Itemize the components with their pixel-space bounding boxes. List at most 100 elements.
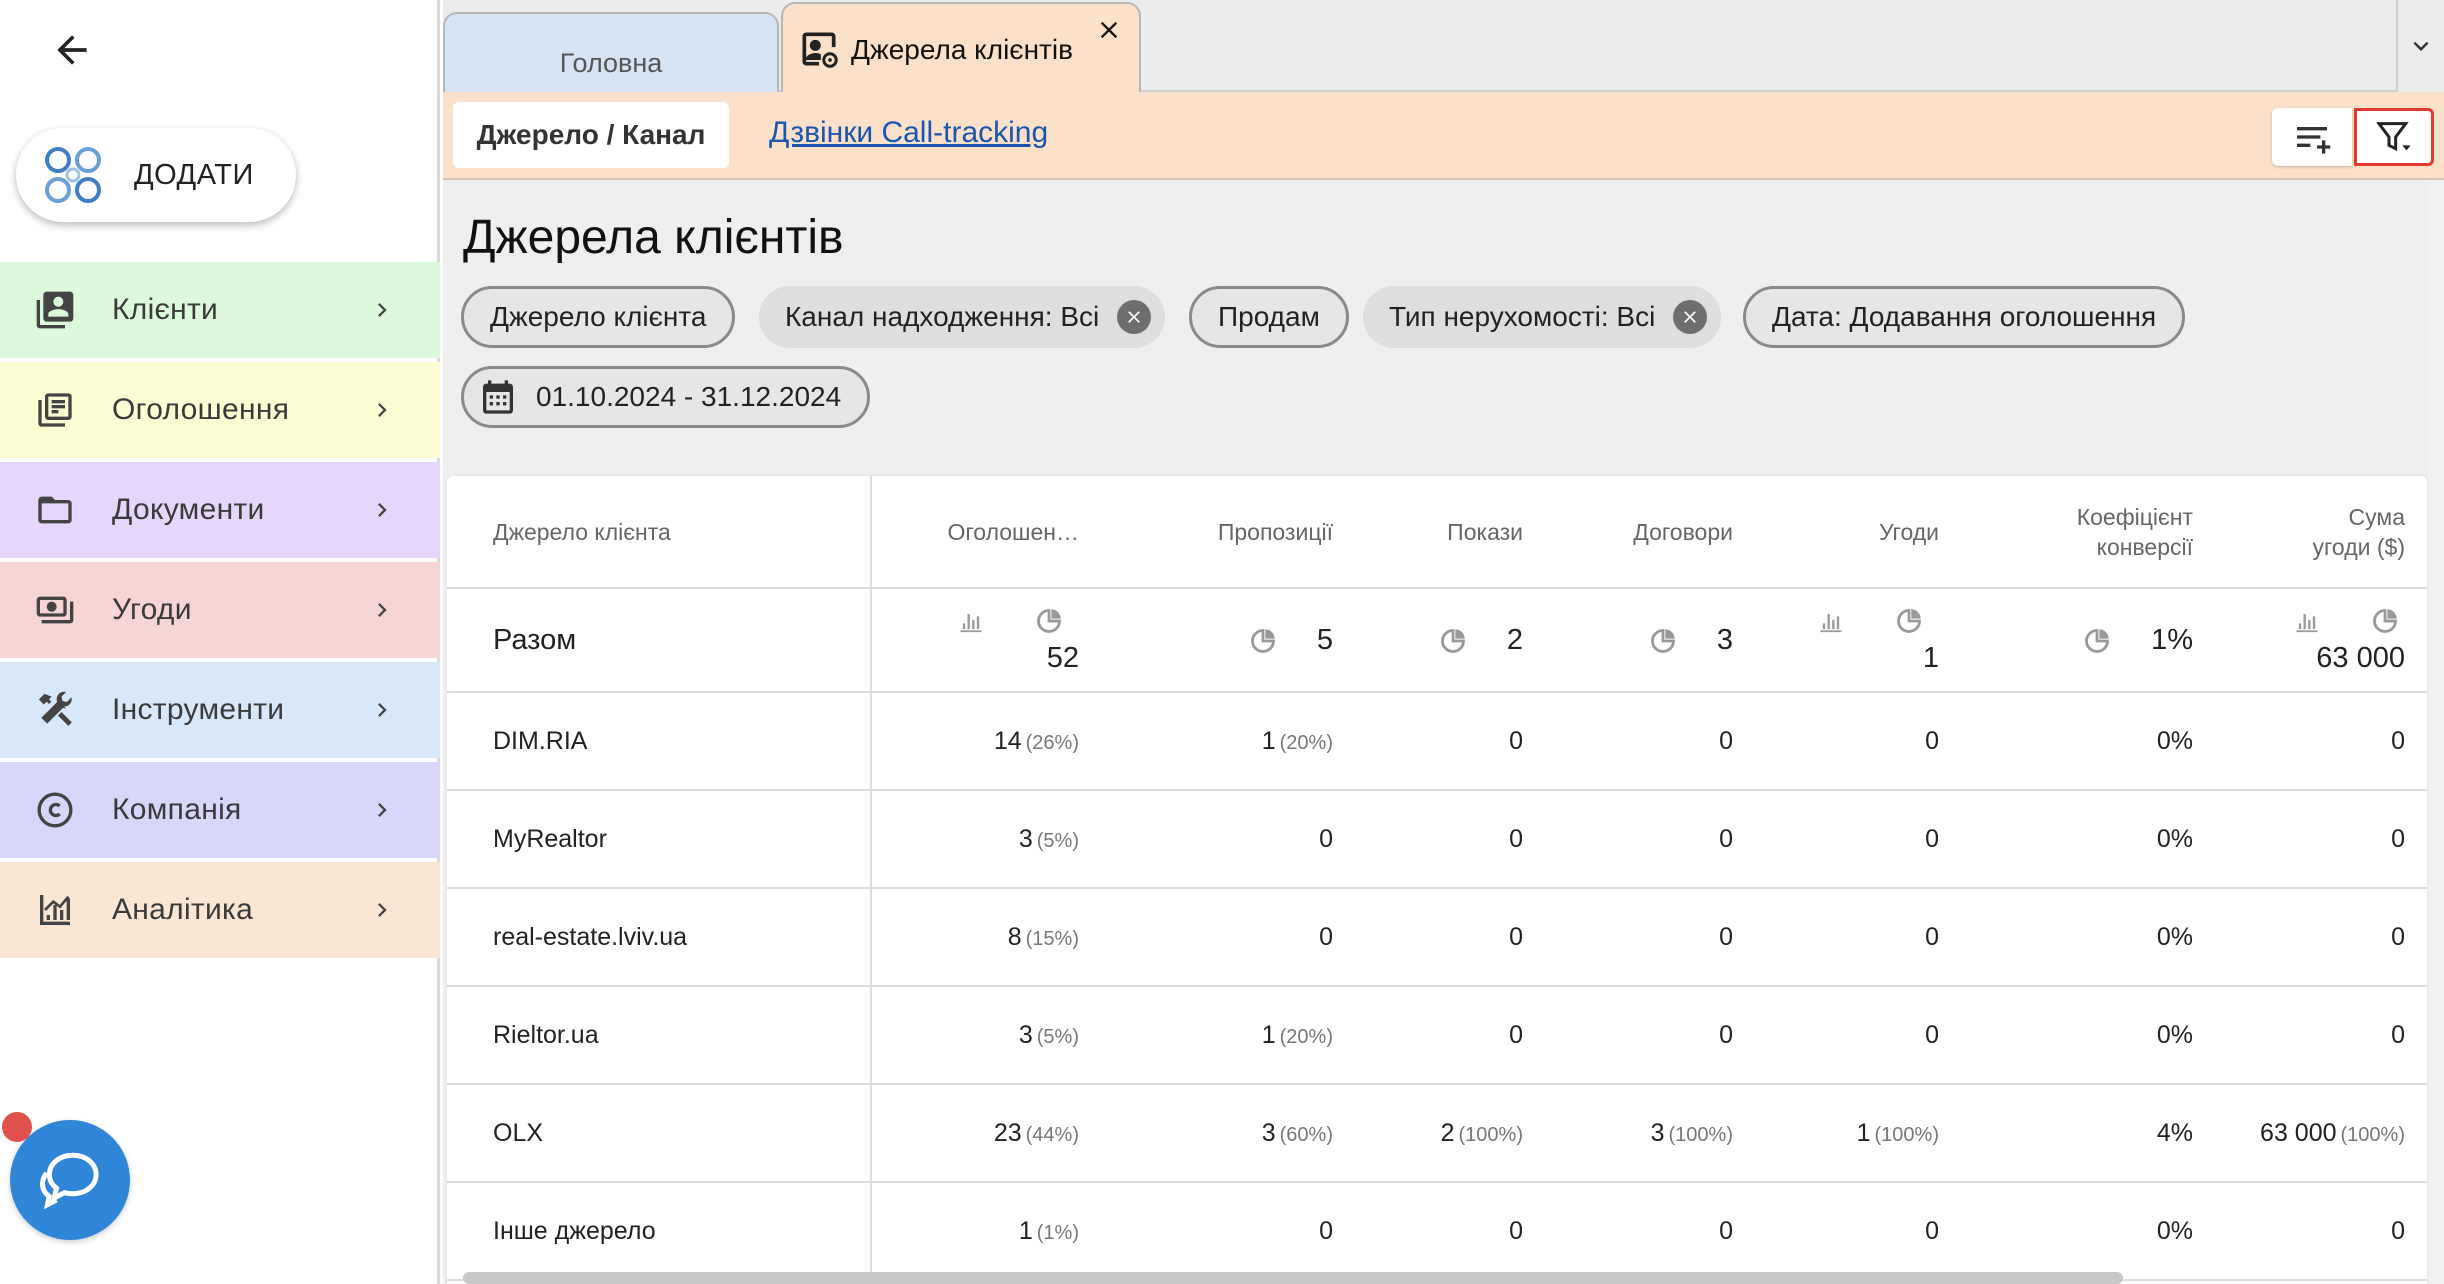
call-tracking-link[interactable]: Дзвінки Call-tracking [769,116,1048,150]
sidebar-item-deals[interactable]: Угоди [0,562,440,658]
sidebar-item-analytics[interactable]: Аналітика [0,862,440,958]
filter-button[interactable] [2354,108,2434,166]
row-cell-offers: 0 [1101,888,1355,987]
pie-chart-icon[interactable] [1035,607,1063,635]
filter-chip-date-kind[interactable]: Дата: Додавання оголошення [1743,286,2186,348]
column-header-deal-sum[interactable]: Сума угоди ($) [2215,476,2427,589]
pie-chart-icon[interactable] [2083,627,2111,655]
filter-chip-property-type[interactable]: Тип нерухомості: Всі [1363,286,1722,348]
sidebar-item-documents[interactable]: Документи [0,462,440,558]
close-icon[interactable] [1117,300,1152,334]
funnel-dropdown-icon [2376,122,2411,152]
cell-value: 0 [1719,726,1733,755]
filter-chip-label: Канал надходження: Всі [785,301,1100,332]
tabs-dropdown-button[interactable] [2396,0,2444,92]
chevron-right-icon [378,603,387,617]
header-line: конверсії [2096,533,2193,560]
header-line: Сума [2348,503,2405,530]
total-offers-value: 5 [1316,623,1333,656]
column-header-contracts[interactable]: Договори [1545,476,1755,589]
total-offers: 5 [1101,588,1355,693]
chevron-right-icon [378,503,387,517]
table-row[interactable]: DIM.RIA 14 (26%) 1 (20%) 0 0 0 0% 0 [447,692,2427,791]
sidebar-item-clients[interactable]: Клієнти [0,262,440,358]
row-cell-offers: 0 [1101,790,1355,889]
column-header-views[interactable]: Покази [1355,476,1545,589]
total-deal-sum-value: 63 000 [2316,642,2405,674]
pie-chart-icon[interactable] [2371,607,2399,635]
table-row[interactable]: real-estate.lviv.ua 8 (15%) 0 0 0 0 0% 0 [447,888,2427,987]
cell-percent: (15%) [1025,927,1079,950]
row-cell-contracts: 0 [1545,1182,1755,1281]
add-button[interactable]: ДОДАТИ [16,128,296,222]
row-cell-listings: 1 (1%) [871,1182,1101,1281]
column-header-source[interactable]: Джерело клієнта [447,476,872,589]
cell-percent: (26%) [1025,731,1079,754]
close-icon[interactable] [1673,300,1708,334]
sidebar-item-listings[interactable]: Оголошення [0,362,440,458]
row-source-name: DIM.RIA [447,692,872,791]
column-header-deals[interactable]: Угоди [1755,476,1961,589]
bar-chart-icon[interactable] [1817,607,1845,635]
horizontal-scrollbar[interactable] [463,1272,2123,1284]
table-total-row: Разом 52 5 2 3 1 1% 63 000 [447,588,2427,693]
cell-value: 0 [1925,824,1939,853]
pie-chart-icon[interactable] [1895,607,1923,635]
table-row[interactable]: Інше джерело 1 (1%) 0 0 0 0 0% 0 [447,1182,2427,1281]
table-row[interactable]: OLX 23 (44%) 3 (60%) 2 (100%) 3 (100%) 1 (100%) 4% 6… [447,1084,2427,1183]
chat-button[interactable] [10,1120,130,1240]
column-header-listings[interactable]: Оголошен… [871,476,1101,589]
table-row[interactable]: MyRealtor 3 (5%) 0 0 0 0 0% 0 [447,790,2427,889]
filter-chip-source[interactable]: Джерело клієнта [461,286,736,348]
filter-chip-label: Дата: Додавання оголошення [1772,301,2157,332]
cell-value: 3 [1650,1118,1665,1147]
source-channel-tab[interactable]: Джерело / Канал [453,102,729,168]
back-button[interactable] [48,26,96,74]
network-logo-icon [45,147,101,203]
bar-chart-icon[interactable] [957,607,985,635]
pie-chart-icon[interactable] [1649,627,1677,655]
sidebar-item-tools[interactable]: Інструменти [0,662,440,758]
folder-icon [34,489,76,531]
page-title: Джерела клієнтів [463,211,844,264]
cell-value: 0% [2156,824,2193,853]
row-cell-views: 0 [1355,692,1545,791]
sidebar-item-company[interactable]: Компанія [0,762,440,858]
money-icon [34,589,76,631]
cell-value: 0 [1319,824,1333,853]
filter-chip-channel[interactable]: Канал надходження: Всі [759,286,1166,348]
pie-chart-icon[interactable] [1249,627,1277,655]
vertical-scrollbar[interactable] [2428,180,2444,1284]
table-row[interactable]: Rieltor.ua 3 (5%) 1 (20%) 0 0 0 0% 0 [447,986,2427,1085]
filter-chip-date-range[interactable]: 01.10.2024 - 31.12.2024 [461,366,871,428]
cell-value: 2 [1440,1118,1455,1147]
filter-chip-deal-type[interactable]: Продам [1189,286,1349,348]
cell-value: 4% [2156,1118,2193,1147]
row-cell-deals: 0 [1755,986,1961,1085]
row-cell-listings: 3 (5%) [871,790,1101,889]
row-cell-conv: 0% [1961,888,2215,987]
row-cell-sum: 63 000 (100%) [2215,1084,2427,1183]
cell-value: 1 [1856,1118,1871,1147]
row-cell-contracts: 0 [1545,790,1755,889]
tab-home[interactable]: Головна [443,12,779,94]
cell-percent: (1%) [1036,1221,1079,1244]
column-header-offers[interactable]: Пропозиції [1101,476,1355,589]
filter-add-icon [2297,127,2331,154]
bar-chart-icon[interactable] [2293,607,2321,635]
cell-value: 14 [993,726,1022,755]
tab-client-sources-label: Джерела клієнтів [851,34,1073,65]
pie-chart-icon[interactable] [1439,627,1467,655]
close-icon[interactable] [1095,16,1123,44]
cell-percent: (100%) [2340,1123,2405,1146]
tab-client-sources[interactable]: Джерела клієнтів [781,2,1141,94]
add-filter-button[interactable] [2272,108,2352,166]
header-line: угоди ($) [2312,533,2405,560]
row-cell-conv: 0% [1961,790,2215,889]
chevron-right-icon [378,803,387,817]
column-header-conversion[interactable]: Коефіцієнт конверсії [1961,476,2215,589]
row-cell-deals: 0 [1755,888,1961,987]
row-cell-sum: 0 [2215,888,2427,987]
filter-chip-label: 01.10.2024 - 31.12.2024 [536,381,842,412]
row-cell-views: 0 [1355,1182,1545,1281]
